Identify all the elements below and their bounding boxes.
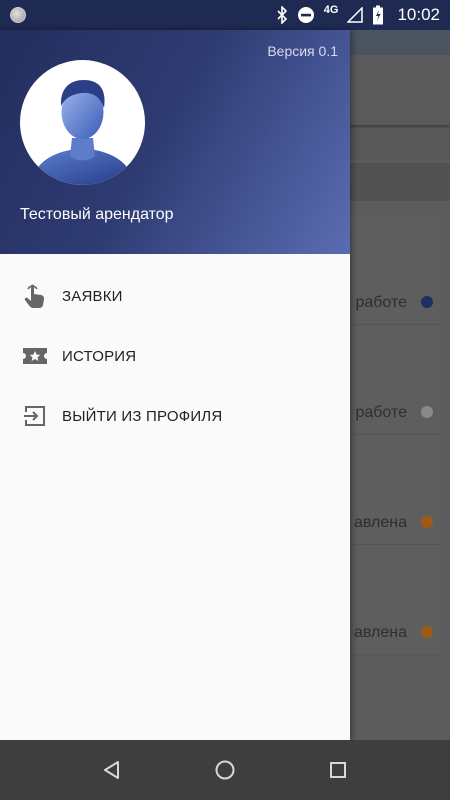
- battery-charging-icon: [372, 5, 384, 25]
- back-icon[interactable]: [92, 750, 132, 790]
- navigation-drawer: Версия 0.1 Тестовый арендатор ЗАЯВКИ ИСТ…: [0, 30, 350, 740]
- system-nav-bar: [0, 740, 450, 800]
- status-dot: [421, 626, 433, 638]
- list-item-status: авлена: [354, 514, 407, 531]
- status-dot: [421, 516, 433, 528]
- network-type: 4G: [323, 4, 339, 16]
- avatar[interactable]: [20, 60, 145, 185]
- menu-item-label: ВЫЙТИ ИЗ ПРОФИЛЯ: [62, 407, 223, 425]
- list-item-status: авлена: [354, 624, 407, 641]
- home-icon[interactable]: [205, 750, 245, 790]
- list-item-status: работе: [355, 294, 407, 311]
- exit-icon: [22, 403, 48, 429]
- user-silhouette-icon: [30, 80, 135, 185]
- app-version: Версия 0.1: [267, 43, 338, 59]
- user-name: Тестовый арендатор: [20, 206, 174, 223]
- status-dot: [421, 406, 433, 418]
- recents-icon[interactable]: [318, 750, 358, 790]
- status-bar: 4G 10:02: [0, 0, 450, 30]
- bluetooth-icon: [276, 6, 288, 24]
- menu-item-history[interactable]: ИСТОРИЯ: [0, 326, 350, 386]
- touch-hand-icon: [22, 283, 48, 309]
- drawer-header: Версия 0.1 Тестовый арендатор: [0, 30, 350, 254]
- status-dot: [421, 296, 433, 308]
- do-not-disturb-icon: [297, 6, 315, 24]
- clock: 10:02: [397, 5, 440, 24]
- menu-item-requests[interactable]: ЗАЯВКИ: [0, 266, 350, 326]
- menu-item-label: ИСТОРИЯ: [62, 347, 137, 365]
- drawer-menu: ЗАЯВКИ ИСТОРИЯ ВЫЙТИ ИЗ ПРОФИЛЯ: [0, 266, 350, 446]
- menu-item-logout[interactable]: ВЫЙТИ ИЗ ПРОФИЛЯ: [0, 386, 350, 446]
- ticket-star-icon: [22, 343, 48, 369]
- menu-item-label: ЗАЯВКИ: [62, 287, 123, 305]
- circle-notification-icon: [10, 7, 26, 23]
- list-item-status: работе: [355, 404, 407, 421]
- signal-icon: [347, 7, 364, 23]
